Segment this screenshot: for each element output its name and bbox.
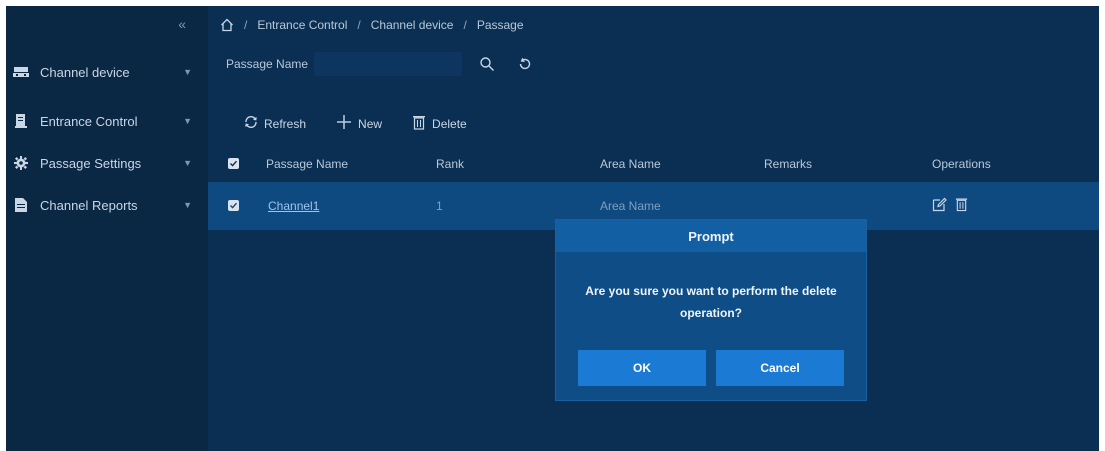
breadcrumb-item: Passage xyxy=(476,18,524,32)
sidebar-item-label: Channel Reports xyxy=(40,197,138,213)
breadcrumb-separator: / xyxy=(244,18,248,32)
passage-name-input[interactable] xyxy=(314,52,463,76)
sidebar-item-label: Entrance Control xyxy=(40,113,138,129)
sidebar-item-entrance-control[interactable]: Entrance Control ▼ xyxy=(6,100,208,142)
collapse-sidebar-button[interactable]: « xyxy=(178,16,186,32)
sidebar-item-label: Channel device xyxy=(40,64,130,80)
column-header-passage-name[interactable]: Passage Name xyxy=(266,157,348,171)
new-button[interactable]: New xyxy=(336,114,382,133)
row-operations xyxy=(932,197,968,215)
dialog-message: Are you sure you want to perform the del… xyxy=(585,284,837,320)
trash-icon xyxy=(412,115,426,133)
passage-name-link[interactable]: Channel1 xyxy=(268,199,319,213)
breadcrumb-item[interactable]: Entrance Control xyxy=(257,18,347,32)
app-window: « Channel device ▼ Entrance Control ▼ Pa… xyxy=(6,6,1099,451)
plus-icon xyxy=(336,114,352,133)
search-icon[interactable] xyxy=(476,53,498,75)
gate-icon xyxy=(12,113,30,129)
breadcrumb-separator: / xyxy=(463,18,467,32)
column-header-operations: Operations xyxy=(932,157,991,171)
column-header-area-name[interactable]: Area Name xyxy=(600,157,661,171)
breadcrumb-item[interactable]: Channel device xyxy=(371,18,454,32)
select-all-checkbox[interactable] xyxy=(228,157,239,171)
reset-icon[interactable] xyxy=(514,53,536,75)
delete-button[interactable]: Delete xyxy=(412,115,467,133)
column-header-rank[interactable]: Rank xyxy=(436,157,464,171)
delete-confirm-dialog: Prompt Are you sure you want to perform … xyxy=(556,220,866,400)
sidebar-nav: Channel device ▼ Entrance Control ▼ Pass… xyxy=(6,58,208,226)
row-checkbox[interactable] xyxy=(228,199,239,213)
device-icon xyxy=(12,64,30,80)
rank-cell: 1 xyxy=(436,199,443,213)
report-icon xyxy=(12,197,30,213)
area-name-cell: Area Name xyxy=(600,199,661,213)
trash-icon[interactable] xyxy=(955,197,968,215)
sidebar-item-passage-settings[interactable]: Passage Settings ▼ xyxy=(6,142,208,184)
search-bar: Passage Name xyxy=(226,52,536,76)
breadcrumb: / Entrance Control / Channel device / Pa… xyxy=(220,18,524,32)
cancel-button[interactable]: Cancel xyxy=(716,350,844,386)
column-header-remarks[interactable]: Remarks xyxy=(764,157,812,171)
breadcrumb-separator: / xyxy=(357,18,361,32)
home-icon[interactable] xyxy=(220,18,234,32)
search-label: Passage Name xyxy=(226,57,309,71)
chevron-down-icon: ▼ xyxy=(183,158,192,168)
gear-icon xyxy=(12,155,30,171)
dialog-footer: OK Cancel xyxy=(556,350,866,386)
chevron-down-icon: ▼ xyxy=(183,67,192,77)
ok-button[interactable]: OK xyxy=(578,350,706,386)
chevron-down-icon: ▼ xyxy=(183,200,192,210)
sidebar-item-channel-device[interactable]: Channel device ▼ xyxy=(6,58,208,86)
sidebar: « Channel device ▼ Entrance Control ▼ Pa… xyxy=(6,6,208,451)
delete-label: Delete xyxy=(432,116,467,131)
main-content: / Entrance Control / Channel device / Pa… xyxy=(208,6,1099,451)
refresh-button[interactable]: Refresh xyxy=(244,115,306,132)
sidebar-item-channel-reports[interactable]: Channel Reports ▼ xyxy=(6,184,208,226)
refresh-icon xyxy=(244,115,258,132)
edit-icon[interactable] xyxy=(932,197,947,215)
refresh-label: Refresh xyxy=(264,116,307,131)
toolbar: Refresh New Delete xyxy=(244,114,467,133)
chevron-down-icon: ▼ xyxy=(183,116,192,126)
table-header: Passage Name Rank Area Name Remarks Oper… xyxy=(208,148,1099,180)
dialog-title: Prompt xyxy=(556,220,866,252)
new-label: New xyxy=(358,116,383,131)
sidebar-item-label: Passage Settings xyxy=(40,155,142,171)
